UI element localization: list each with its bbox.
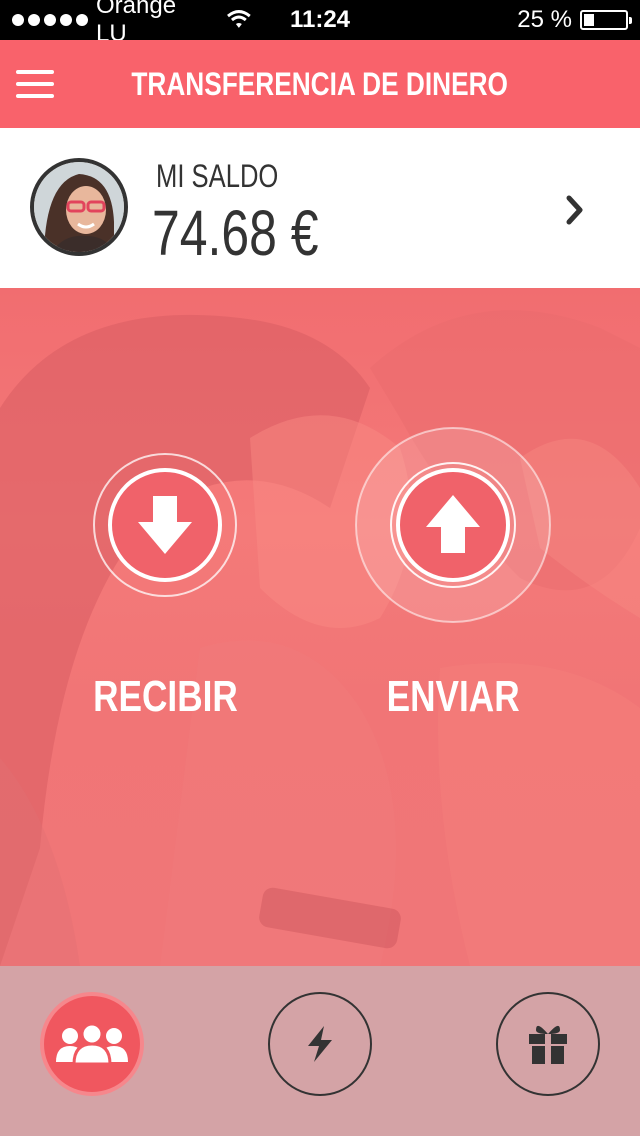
group-icon: [56, 1022, 128, 1066]
receive-label: RECIBIR: [92, 672, 238, 721]
status-right: 25 %: [517, 6, 632, 34]
tab-flash[interactable]: [268, 992, 372, 1096]
battery-icon: [580, 10, 632, 30]
signal-strength-icon: [12, 14, 88, 26]
nav-bar: TRANSFERENCIA DE DINERO: [0, 40, 640, 128]
send-action[interactable]: ENVIAR: [354, 426, 552, 722]
send-button[interactable]: [354, 426, 552, 624]
hamburger-icon[interactable]: [16, 70, 56, 98]
lightning-icon: [308, 1026, 332, 1062]
hero-background: RECIBIR ENVIAR: [0, 288, 640, 966]
tab-bar: [0, 966, 640, 1136]
balance-amount: 74.68 €: [152, 197, 319, 269]
status-bar: Orange LU 11:24 25 %: [0, 0, 640, 47]
tab-contacts[interactable]: [40, 992, 144, 1096]
avatar-photo: [34, 162, 124, 252]
chevron-right-icon[interactable]: [560, 190, 590, 230]
tab-gifts[interactable]: [496, 992, 600, 1096]
receive-button[interactable]: [92, 452, 238, 598]
page-title: TRANSFERENCIA DE DINERO: [131, 65, 509, 102]
battery-level-fill: [584, 14, 594, 26]
send-label: ENVIAR: [386, 672, 520, 721]
gift-icon: [529, 1025, 567, 1064]
balance-label: MI SALDO: [156, 158, 279, 194]
balance-card[interactable]: MI SALDO 74.68 €: [0, 128, 640, 288]
avatar[interactable]: [30, 158, 128, 256]
receive-action[interactable]: RECIBIR: [92, 452, 238, 722]
wifi-icon: [227, 10, 251, 28]
battery-percent: 25 %: [517, 6, 572, 33]
